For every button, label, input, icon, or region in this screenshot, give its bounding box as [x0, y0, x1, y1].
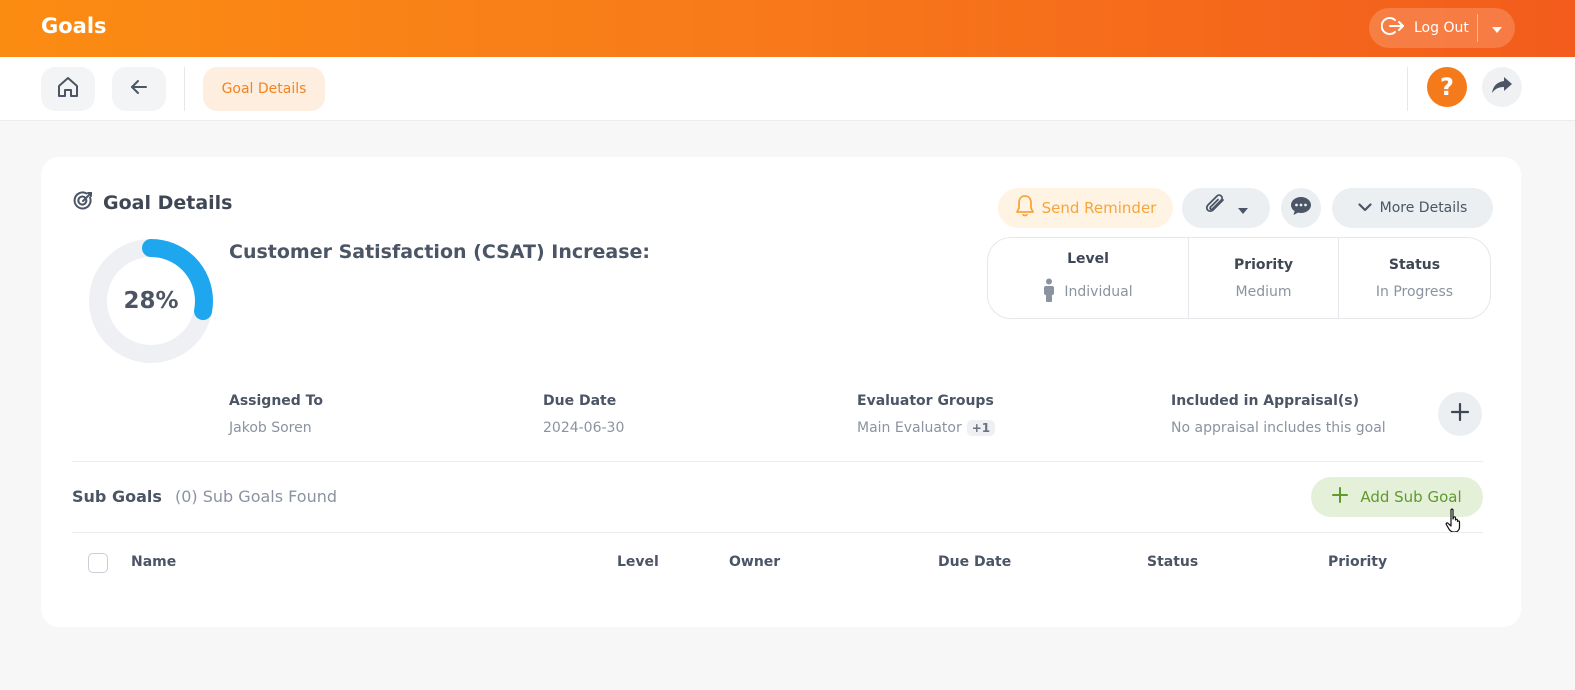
chevron-down-icon	[1358, 200, 1372, 216]
level-value: Individual	[1064, 283, 1133, 300]
select-all-checkbox[interactable]	[88, 553, 108, 573]
due-date-block: Due Date 2024-06-30	[543, 393, 624, 436]
sub-goals-count: (0) Sub Goals Found	[175, 487, 338, 506]
column-header-status[interactable]: Status	[1147, 554, 1198, 570]
divider	[72, 532, 1483, 533]
plus-icon	[1450, 402, 1470, 426]
evaluator-groups-value: Main Evaluator	[857, 420, 962, 436]
sub-goals-title: Sub Goals	[72, 487, 162, 506]
top-bar: Goals Log Out	[0, 0, 1575, 57]
app-title: Goals	[41, 14, 107, 38]
assigned-to-label: Assigned To	[229, 393, 323, 409]
column-header-owner[interactable]: Owner	[729, 554, 780, 570]
column-header-priority[interactable]: Priority	[1328, 554, 1387, 570]
hand-cursor-icon	[1445, 508, 1463, 538]
home-icon	[55, 74, 81, 104]
level-label: Level	[1067, 250, 1109, 267]
more-details-button[interactable]: More Details	[1332, 188, 1493, 228]
divider	[72, 461, 1483, 462]
status-value: In Progress	[1375, 283, 1454, 300]
goal-details-card: Goal Details 28% Customer Satisfaction (…	[41, 157, 1521, 627]
caret-down-icon	[1491, 19, 1503, 38]
divider	[184, 67, 185, 111]
column-header-due-date[interactable]: Due Date	[938, 554, 1011, 570]
priority-value: Medium	[1235, 283, 1292, 300]
card-title: Goal Details	[103, 192, 233, 214]
help-button[interactable]: ?	[1427, 67, 1467, 107]
person-icon	[1043, 278, 1055, 306]
column-header-name[interactable]: Name	[131, 554, 176, 570]
more-details-label: More Details	[1379, 200, 1468, 216]
share-button[interactable]	[1482, 67, 1522, 107]
progress-donut: 28%	[87, 237, 215, 365]
goal-name: Customer Satisfaction (CSAT) Increase:	[229, 241, 651, 263]
comments-button[interactable]	[1281, 188, 1321, 228]
level-value-row: Individual	[1043, 278, 1133, 306]
status-cell: Status In Progress	[1338, 238, 1490, 318]
goal-meta-box: Level Individual Priority Medium Status …	[987, 237, 1491, 319]
logout-icon	[1380, 15, 1405, 41]
logout-button[interactable]: Log Out	[1369, 8, 1477, 48]
card-header: Goal Details	[72, 190, 233, 216]
due-date-label: Due Date	[543, 393, 617, 409]
appraisal-value: No appraisal includes this goal	[1171, 420, 1386, 436]
target-icon	[72, 190, 94, 216]
evaluator-groups-row: Main Evaluator +1	[857, 420, 996, 436]
toolbar: Goal Details ?	[0, 57, 1575, 121]
home-button[interactable]	[41, 67, 95, 111]
bell-icon	[1015, 194, 1035, 222]
user-menu-button[interactable]	[1478, 8, 1515, 48]
level-cell: Level Individual	[988, 238, 1188, 318]
breadcrumb-goal-details[interactable]: Goal Details	[203, 67, 325, 111]
logout-group: Log Out	[1369, 8, 1515, 48]
appraisal-label: Included in Appraisal(s)	[1171, 393, 1360, 409]
paperclip-icon	[1204, 194, 1230, 222]
add-appraisal-button[interactable]	[1438, 392, 1482, 436]
due-date-value: 2024-06-30	[543, 420, 625, 436]
priority-label: Priority	[1233, 256, 1294, 273]
divider	[1407, 67, 1408, 111]
assigned-to-block: Assigned To Jakob Soren	[229, 393, 323, 436]
add-sub-goal-label: Add Sub Goal	[1360, 488, 1462, 506]
progress-percentage: 28%	[123, 288, 179, 314]
priority-cell: Priority Medium	[1188, 238, 1338, 318]
status-label: Status	[1388, 256, 1441, 273]
arrow-left-icon	[129, 78, 149, 100]
evaluator-groups-block: Evaluator Groups Main Evaluator +1	[857, 393, 996, 436]
column-header-level[interactable]: Level	[617, 554, 659, 570]
plus-icon	[1332, 487, 1349, 507]
share-arrow-icon	[1491, 75, 1513, 99]
send-reminder-button[interactable]: Send Reminder	[998, 188, 1173, 228]
appraisal-block: Included in Appraisal(s) No appraisal in…	[1171, 393, 1386, 436]
logout-label: Log Out	[1414, 20, 1469, 36]
attachment-button[interactable]	[1182, 188, 1270, 228]
assigned-to-value: Jakob Soren	[229, 420, 312, 436]
evaluator-groups-label: Evaluator Groups	[857, 393, 994, 409]
back-button[interactable]	[112, 67, 166, 111]
caret-down-icon	[1238, 199, 1248, 218]
chat-bubble-icon	[1290, 196, 1312, 220]
evaluator-extra-badge[interactable]: +1	[966, 420, 996, 436]
send-reminder-label: Send Reminder	[1041, 199, 1157, 217]
